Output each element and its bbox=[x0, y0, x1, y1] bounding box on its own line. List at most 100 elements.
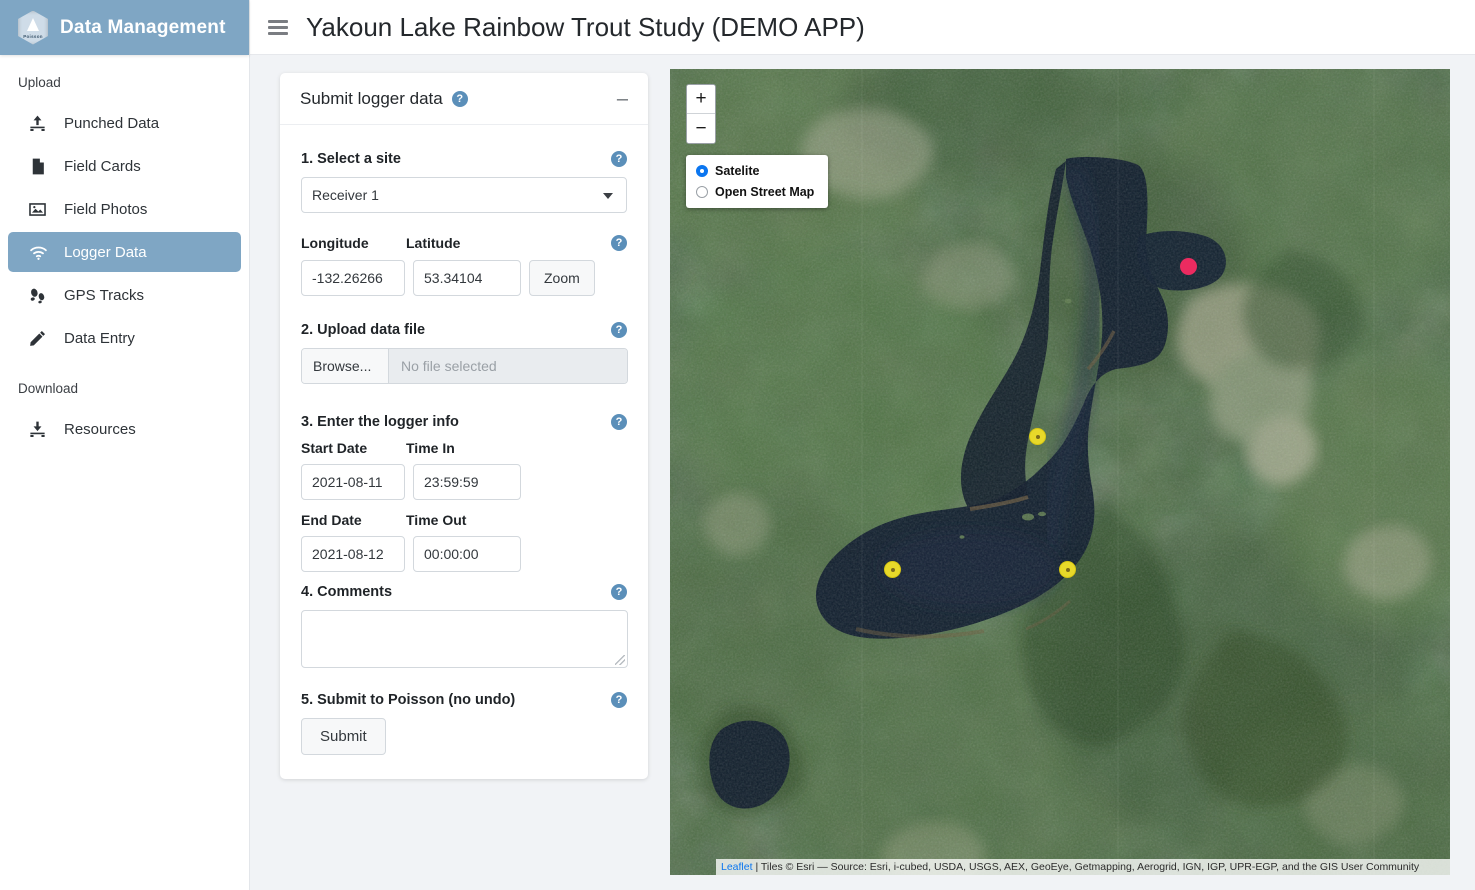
card-title: Submit logger data bbox=[300, 88, 443, 108]
latitude-label: Latitude bbox=[406, 235, 461, 251]
browse-button[interactable]: Browse... bbox=[302, 349, 389, 383]
end-labels: End Date Time Out bbox=[301, 512, 627, 528]
step-4-label: 4. Comments bbox=[301, 584, 393, 600]
help-icon-step-5[interactable]: ? bbox=[611, 692, 627, 708]
hamburger-icon[interactable] bbox=[268, 19, 288, 35]
end-row: 2021-08-12 00:00:00 bbox=[301, 536, 627, 572]
sidebar-section-upload: Upload bbox=[18, 75, 61, 90]
map-zoom-control: + − bbox=[686, 84, 716, 144]
step-1-label: 1. Select a site bbox=[301, 151, 401, 167]
step-5-row: 5. Submit to Poisson (no undo) ? bbox=[301, 692, 627, 708]
zoom-in-button[interactable]: + bbox=[687, 85, 715, 114]
footsteps-icon bbox=[28, 286, 54, 305]
site-select-value: Receiver 1 bbox=[301, 177, 627, 213]
receiver-marker[interactable] bbox=[1059, 561, 1076, 578]
layer-option-satellite[interactable]: Satelite bbox=[696, 164, 814, 178]
sidebar-item-data-entry[interactable]: Data Entry bbox=[8, 318, 241, 358]
leaflet-link[interactable]: Leaflet bbox=[721, 861, 753, 873]
end-date-input[interactable]: 2021-08-12 bbox=[301, 536, 405, 572]
attribution-text: | Tiles © Esri — Source: Esri, i-cubed, … bbox=[755, 861, 1420, 873]
radio-unselected-icon[interactable] bbox=[696, 186, 708, 198]
coordinates-labels: Longitude Latitude ? bbox=[301, 235, 627, 251]
sidebar-item-gps-tracks[interactable]: GPS Tracks bbox=[8, 275, 241, 315]
submit-logger-data-card: Submit logger data ? – 1. Select a site … bbox=[280, 73, 648, 779]
sidebar-item-label: Field Photos bbox=[64, 200, 148, 218]
help-icon-step-3[interactable]: ? bbox=[611, 414, 627, 430]
step-5-label: 5. Submit to Poisson (no undo) bbox=[301, 692, 516, 708]
sidebar-item-label: Resources bbox=[64, 420, 136, 438]
map-layer-control: Satelite Open Street Map bbox=[686, 155, 829, 208]
help-icon-card[interactable]: ? bbox=[451, 90, 468, 107]
site-marker[interactable] bbox=[1180, 258, 1197, 275]
upload-icon bbox=[28, 114, 54, 133]
page-title: Yakoun Lake Rainbow Trout Study (DEMO AP… bbox=[306, 11, 865, 42]
brand-title: Data Management bbox=[60, 16, 226, 38]
time-in-label: Time In bbox=[406, 440, 455, 456]
comments-textarea[interactable] bbox=[301, 610, 628, 668]
latitude-input[interactable]: 53.34104 bbox=[413, 260, 521, 296]
sidebar-item-field-cards[interactable]: Field Cards bbox=[8, 146, 241, 186]
sidebar-item-label: Field Cards bbox=[64, 157, 141, 175]
photo-icon bbox=[28, 200, 54, 219]
time-in-input[interactable]: 23:59:59 bbox=[413, 464, 521, 500]
sidebar-item-field-photos[interactable]: Field Photos bbox=[8, 189, 241, 229]
sidebar-item-label: Logger Data bbox=[64, 243, 147, 261]
radio-selected-icon[interactable] bbox=[696, 165, 708, 177]
selected-file-name[interactable]: No file selected bbox=[389, 349, 627, 383]
submit-button[interactable]: Submit bbox=[301, 718, 386, 755]
step-2-label: 2. Upload data file bbox=[301, 322, 426, 338]
sidebar: Poisson Data Management Upload Punched D… bbox=[0, 0, 250, 890]
zoom-out-button[interactable]: − bbox=[687, 114, 715, 143]
time-out-label: Time Out bbox=[406, 512, 467, 528]
layer-option-open-street-map[interactable]: Open Street Map bbox=[696, 185, 814, 199]
help-icon-step-4[interactable]: ? bbox=[611, 584, 627, 600]
receiver-marker[interactable] bbox=[884, 561, 901, 578]
file-upload-row: Browse... No file selected bbox=[301, 348, 628, 384]
help-icon-step-2[interactable]: ? bbox=[611, 322, 627, 338]
sidebar-item-label: Data Entry bbox=[64, 329, 135, 347]
resize-grip-icon[interactable] bbox=[615, 655, 625, 665]
coordinates-row: -132.26266 53.34104 Zoom bbox=[301, 260, 627, 296]
main-content: Submit logger data ? – 1. Select a site … bbox=[250, 55, 1475, 890]
start-date-input[interactable]: 2021-08-11 bbox=[301, 464, 405, 500]
sidebar-brand[interactable]: Poisson Data Management bbox=[0, 0, 249, 55]
collapse-card-button[interactable]: – bbox=[617, 89, 628, 109]
help-icon-step-1[interactable]: ? bbox=[611, 151, 627, 167]
start-row: 2021-08-11 23:59:59 bbox=[301, 464, 627, 500]
step-3-label: 3. Enter the logger info bbox=[301, 414, 459, 430]
layer-label: Satelite bbox=[715, 164, 760, 178]
help-icon-coordinates[interactable]: ? bbox=[611, 235, 627, 251]
sidebar-item-resources[interactable]: Resources bbox=[8, 409, 241, 449]
step-3-row: 3. Enter the logger info ? bbox=[301, 414, 627, 430]
document-icon bbox=[28, 157, 54, 176]
poisson-logo-icon: Poisson bbox=[18, 10, 48, 45]
step-4-row: 4. Comments ? bbox=[301, 584, 627, 600]
card-header: Submit logger data ? – bbox=[280, 73, 648, 125]
end-date-label: End Date bbox=[301, 512, 362, 528]
logo-text: Poisson bbox=[23, 33, 43, 39]
wifi-icon bbox=[28, 242, 54, 263]
layer-label: Open Street Map bbox=[715, 185, 815, 199]
step-1-row: 1. Select a site ? bbox=[301, 151, 627, 167]
chevron-down-icon bbox=[603, 193, 613, 199]
download-icon bbox=[28, 420, 54, 439]
zoom-button[interactable]: Zoom bbox=[529, 260, 595, 296]
pencil-icon bbox=[28, 329, 54, 348]
sidebar-item-label: Punched Data bbox=[64, 114, 160, 132]
leaflet-map[interactable]: + − Satelite Open Street Map Leaflet | T… bbox=[670, 69, 1450, 875]
card-body: 1. Select a site ? Receiver 1 Longitude … bbox=[280, 125, 648, 779]
longitude-input[interactable]: -132.26266 bbox=[301, 260, 405, 296]
sidebar-section-download: Download bbox=[18, 381, 79, 396]
site-select[interactable]: Receiver 1 bbox=[301, 177, 627, 213]
longitude-label: Longitude bbox=[301, 235, 369, 251]
receiver-marker[interactable] bbox=[1029, 428, 1046, 445]
sidebar-item-punched-data[interactable]: Punched Data bbox=[8, 103, 241, 143]
time-out-input[interactable]: 00:00:00 bbox=[413, 536, 521, 572]
app-header: Yakoun Lake Rainbow Trout Study (DEMO AP… bbox=[250, 0, 1475, 55]
step-2-row: 2. Upload data file ? bbox=[301, 322, 627, 338]
map-attribution: Leaflet | Tiles © Esri — Source: Esri, i… bbox=[716, 859, 1450, 875]
start-labels: Start Date Time In bbox=[301, 440, 627, 456]
start-date-label: Start Date bbox=[301, 440, 368, 456]
sidebar-item-label: GPS Tracks bbox=[64, 286, 145, 304]
sidebar-item-logger-data[interactable]: Logger Data bbox=[8, 232, 241, 272]
